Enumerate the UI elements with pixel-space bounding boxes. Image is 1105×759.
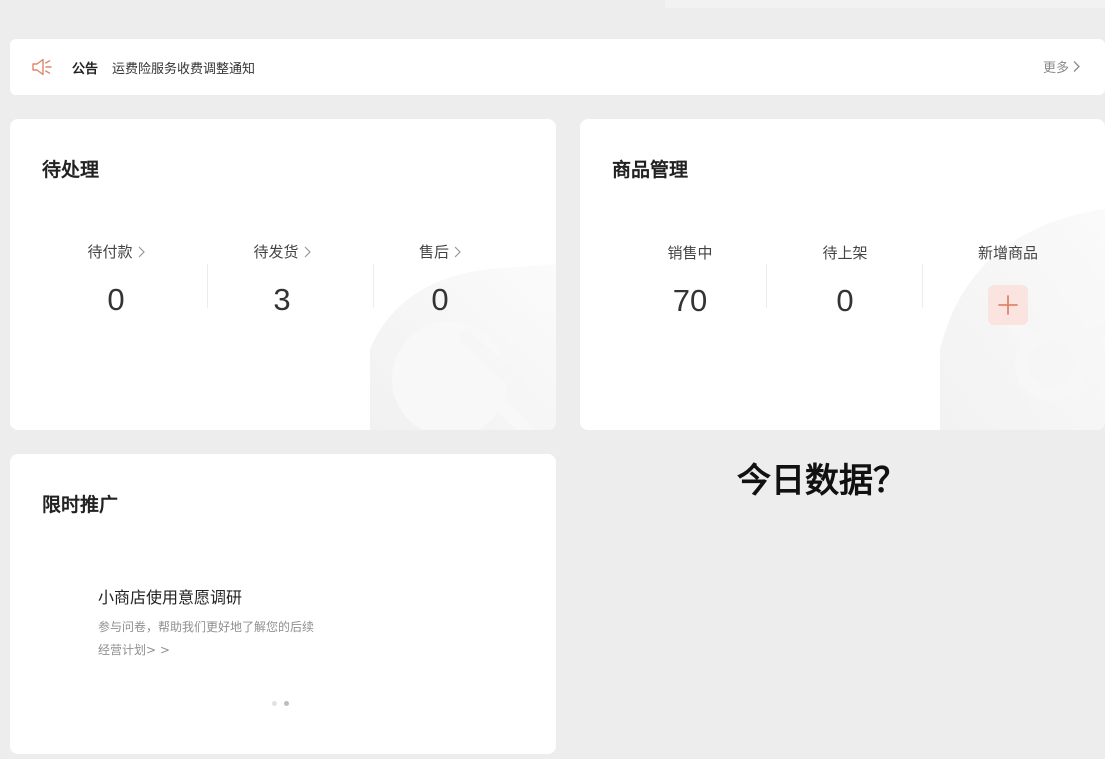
notice-message-link[interactable]: 运费险服务收费调整通知	[112, 58, 255, 77]
add-product-label: 新增商品	[977, 244, 1038, 262]
notice-bar[interactable]: 公告 运费险服务收费调整通知 更多	[10, 39, 1105, 95]
carousel-dot-active[interactable]	[284, 701, 289, 706]
stat-value: 0	[431, 282, 449, 317]
divider	[922, 264, 923, 308]
add-product-item[interactable]: 新增商品	[963, 242, 1053, 263]
divider	[207, 264, 208, 308]
stat-pending-shipment[interactable]: 待发货 3	[242, 241, 322, 318]
stat-value: 0	[107, 282, 125, 317]
promo-item-title: 小商店使用意愿调研	[98, 588, 243, 607]
divider	[373, 264, 374, 308]
pending-title: 待处理	[42, 159, 100, 181]
notice-more-link[interactable]: 更多	[1043, 57, 1081, 76]
promo-carousel-item[interactable]: 小商店使用意愿调研 参与问卷，帮助我们更好地了解您的后续经营计划> >	[98, 584, 338, 662]
stat-pending-payment[interactable]: 待付款 0	[76, 241, 156, 318]
stat-to-list[interactable]: 待上架 0	[805, 242, 885, 319]
goods-card: 商品管理 销售中 70 待上架 0 新增商品	[580, 119, 1105, 430]
stat-label: 待付款	[87, 243, 133, 261]
promo-card: 限时推广 小商店使用意愿调研 参与问卷，帮助我们更好地了解您的后续经营计划> >	[10, 454, 556, 754]
add-product-button[interactable]	[988, 285, 1028, 325]
goods-title: 商品管理	[612, 159, 689, 181]
top-strip	[665, 0, 1105, 8]
stat-label: 待发货	[253, 243, 299, 261]
promo-title: 限时推广	[42, 494, 119, 516]
notice-tag: 公告	[72, 62, 99, 77]
stat-value: 3	[273, 282, 291, 317]
stat-on-sale[interactable]: 销售中 70	[650, 242, 730, 319]
carousel-dot[interactable]	[272, 701, 277, 706]
magnifier-handle-icon	[460, 331, 529, 396]
chevron-right-icon	[138, 246, 145, 257]
stat-label: 售后	[418, 243, 449, 261]
plus-icon	[998, 295, 1018, 315]
promo-item-desc: 参与问卷，帮助我们更好地了解您的后续经营计划> >	[98, 620, 315, 657]
pending-card: 待处理 待付款 0 待发货 3 售后 0	[10, 119, 556, 430]
carousel-dots	[272, 701, 289, 706]
notice-more-label: 更多	[1042, 61, 1069, 76]
stat-value: 0	[836, 283, 854, 318]
today-data-question: 今日数据？	[737, 461, 907, 501]
stat-label: 待上架	[822, 244, 868, 262]
stat-value: 70	[672, 283, 708, 318]
speaker-icon	[31, 57, 53, 77]
stat-label: 销售中	[667, 244, 713, 262]
chevron-right-icon	[454, 246, 461, 257]
divider	[766, 264, 767, 308]
stat-after-sales[interactable]: 售后 0	[400, 241, 480, 318]
chevron-right-icon	[1073, 61, 1080, 72]
chevron-right-icon	[304, 246, 311, 257]
